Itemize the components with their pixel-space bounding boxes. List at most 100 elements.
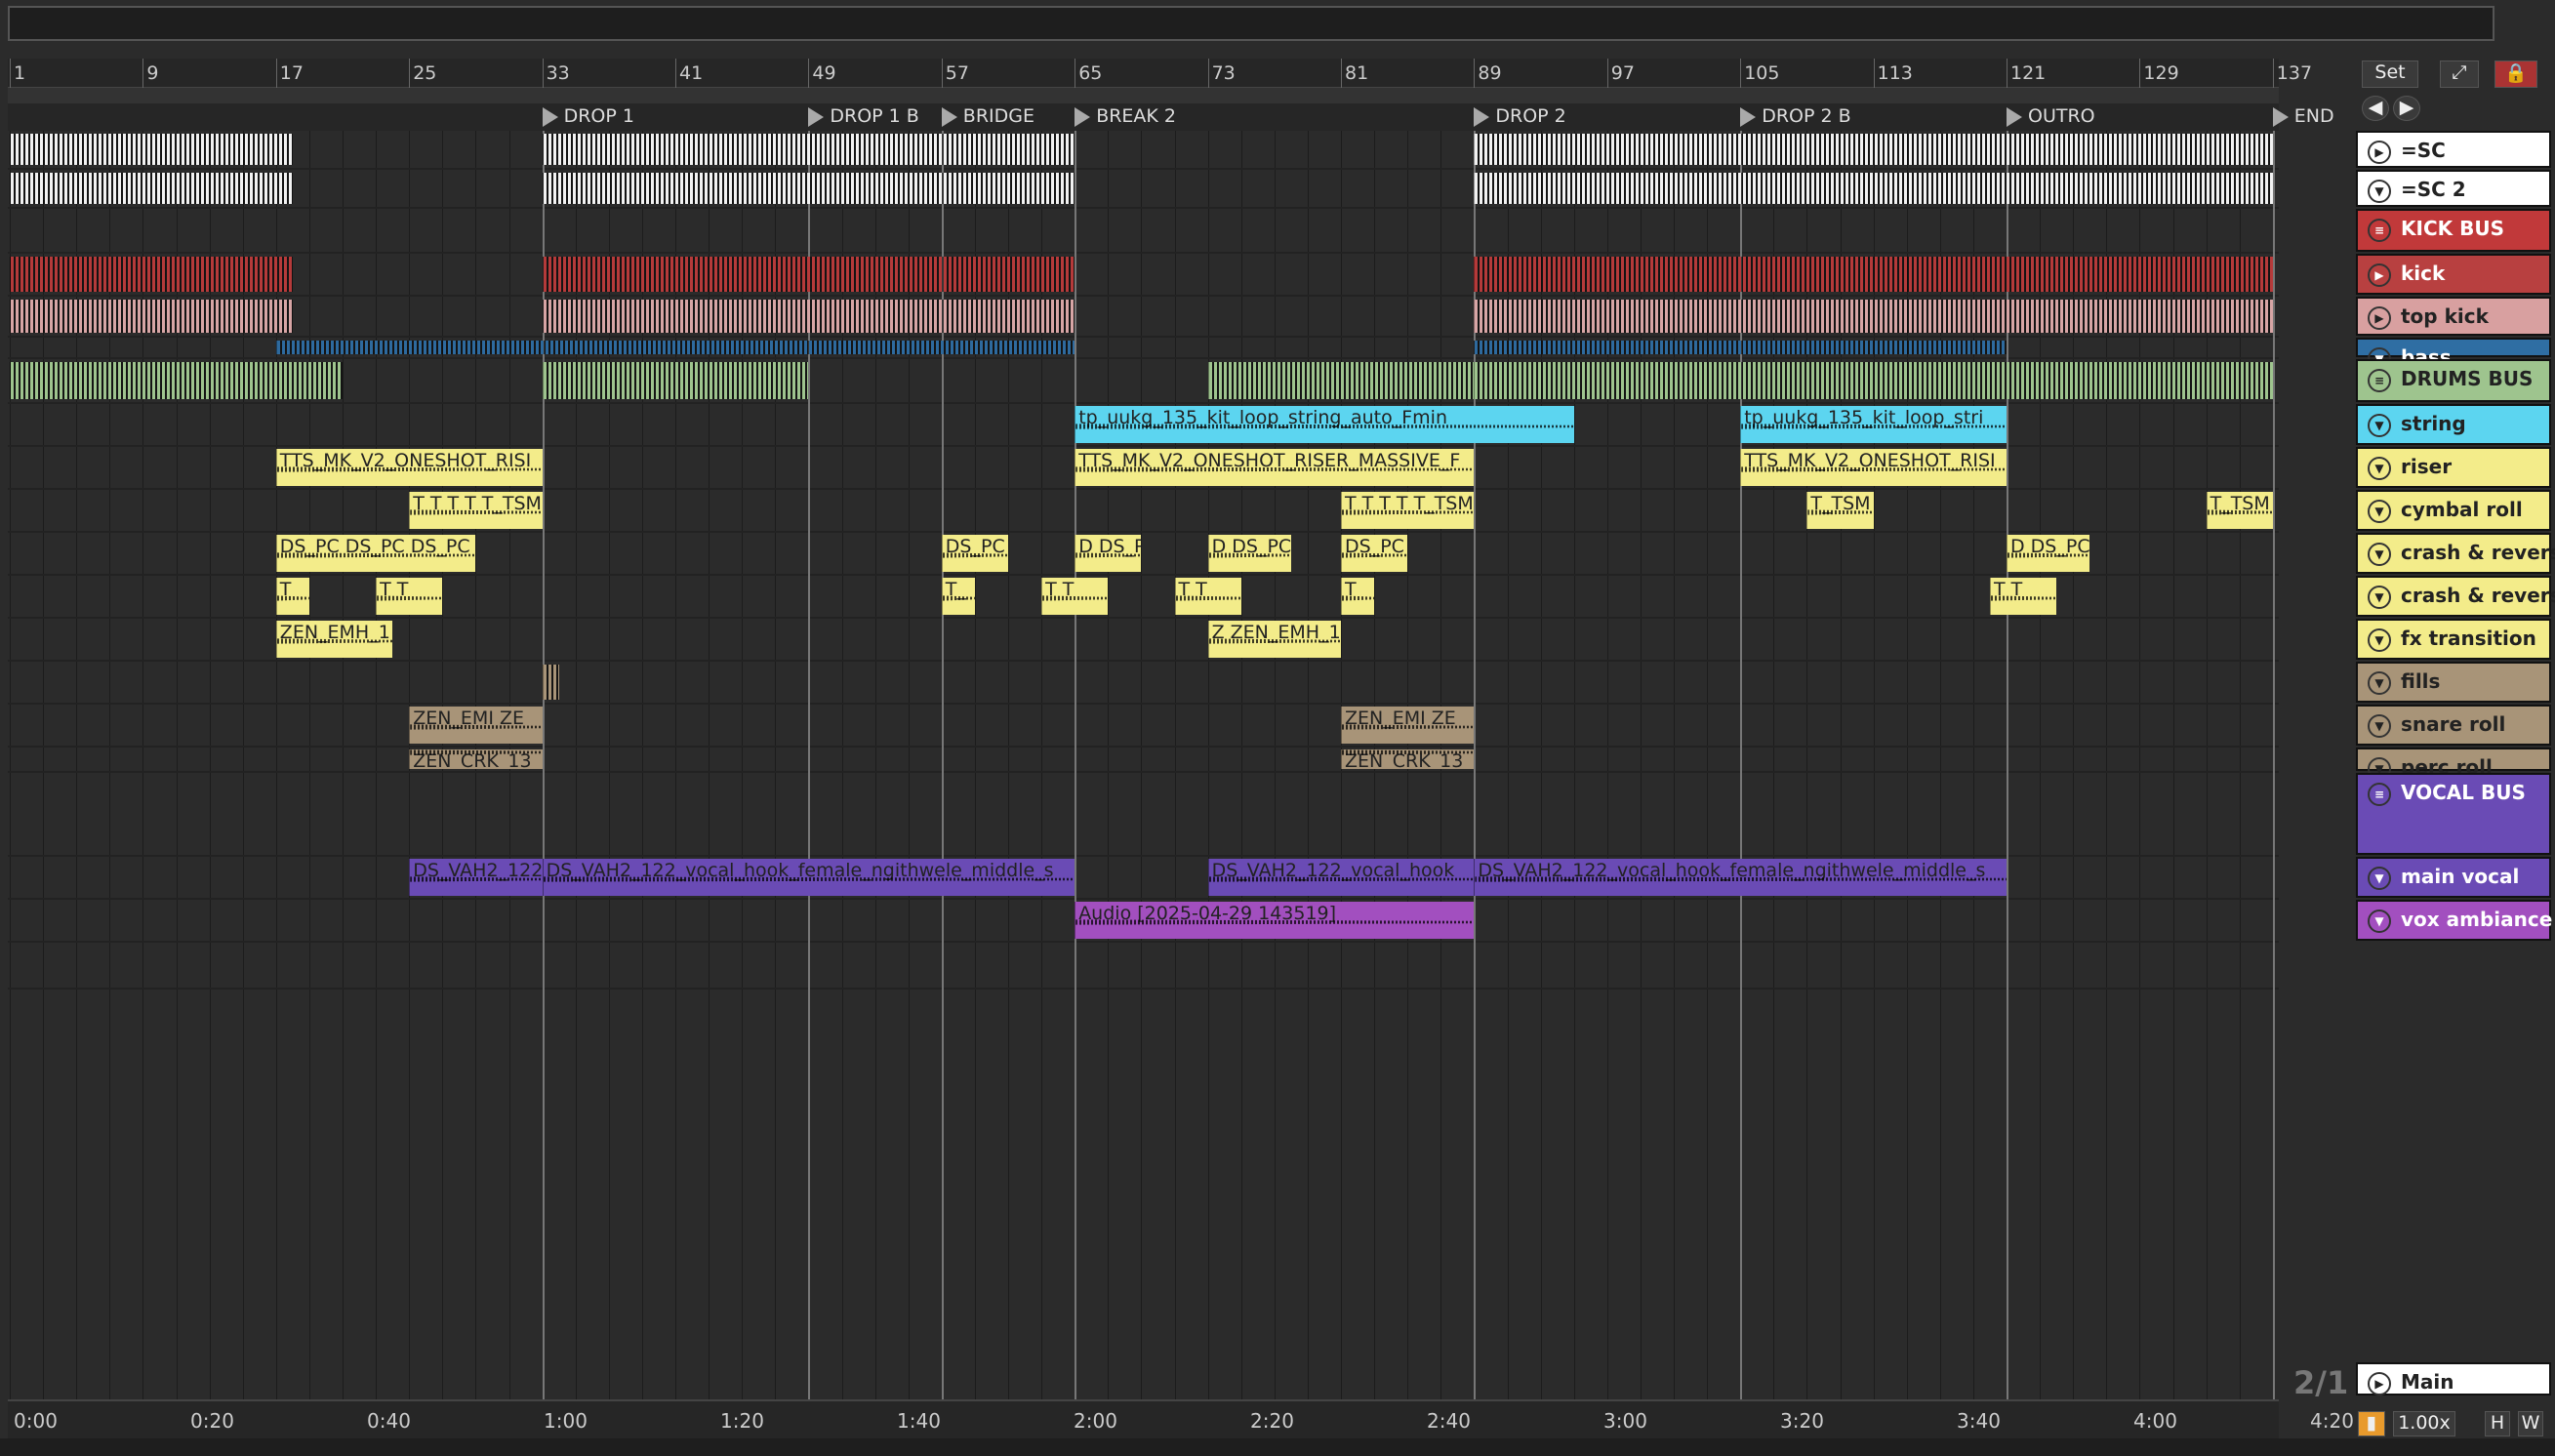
audio-clip[interactable]: T T [1174,578,1241,615]
audio-clip[interactable]: TTS_MK_V2_ONESHOT_RISI [275,449,543,486]
audio-clip[interactable]: TTS_MK_V2_ONESHOT_RISI [1740,449,2007,486]
pattern-clip[interactable] [542,300,1075,333]
audio-clip[interactable]: Audio [2025-04-29 143519] [1075,902,1475,939]
audio-clip[interactable]: ZEN_EMH_1 [275,621,393,658]
pattern-clip[interactable] [275,341,1075,354]
track-header[interactable]: ≡ VOCAL BUS [2356,773,2551,855]
locator-marker[interactable]: BRIDGE [941,105,1034,127]
track-lane[interactable] [8,705,2279,748]
pattern-clip[interactable] [542,173,1075,204]
locator-marker[interactable]: DROP 2 [1474,105,1566,127]
fold-icon[interactable]: ▼ [2368,414,2391,437]
locator-triangle-icon[interactable] [808,107,825,127]
expand-icon[interactable]: ⤢ [2440,61,2479,88]
fold-icon[interactable]: ▼ [2368,628,2391,652]
pattern-clip[interactable] [542,257,1075,292]
audio-clip[interactable]: T_TSM [1806,492,1874,529]
audio-clip[interactable]: T [275,578,309,615]
audio-clip[interactable]: DS_VAH2_122_vocal_hook [1207,859,1475,896]
locator-marker[interactable]: DROP 1 [542,105,634,127]
audio-clip[interactable]: tp_uukg_135_kit_loop_stri [1740,406,2007,443]
track-lane[interactable] [8,576,2279,619]
fold-icon[interactable]: ▼ [2368,867,2391,890]
audio-clip[interactable]: T T [1989,578,2057,615]
locator-marker[interactable]: OUTRO [2007,105,2095,127]
pattern-clip[interactable] [1474,341,2007,354]
track-lane[interactable] [8,748,2279,773]
fold-icon[interactable]: ▼ [2368,586,2391,609]
locator-triangle-icon[interactable] [1075,107,1091,127]
locator-triangle-icon[interactable] [2272,107,2289,127]
locator-triangle-icon[interactable] [542,107,558,127]
pattern-clip[interactable] [1207,362,1475,399]
pattern-clip[interactable] [10,362,343,399]
play-icon[interactable]: ▶ [2368,263,2391,287]
pattern-clip[interactable] [10,173,293,204]
group-icon[interactable]: ≡ [2368,783,2391,806]
fold-icon[interactable]: ▼ [2368,500,2391,523]
track-header[interactable]: ▼ main vocal [2356,857,2551,898]
audio-clip[interactable]: D DS_PC [1075,535,1142,572]
audio-clip[interactable]: T T [1041,578,1109,615]
locator-marker[interactable]: DROP 2 B [1740,105,1851,127]
group-icon[interactable]: ≡ [2368,219,2391,242]
pattern-clip[interactable] [542,665,559,700]
w-toggle[interactable]: W [2518,1411,2543,1436]
pattern-clip[interactable] [1474,173,2273,204]
audio-clip[interactable]: T_ [941,578,975,615]
locator-triangle-icon[interactable] [1474,107,1490,127]
audio-clip[interactable]: DS_PC [1341,535,1408,572]
track-lane[interactable] [8,943,2279,990]
loop-brace-bar[interactable] [8,88,2279,103]
locator-marker[interactable]: DROP 1 B [808,105,919,127]
audio-clip[interactable]: ZEN_EMI ZE [409,707,543,744]
locator-triangle-icon[interactable] [2007,107,2022,127]
locator-marker[interactable]: BREAK 2 [1075,105,1176,127]
locator-triangle-icon[interactable] [1740,107,1757,127]
next-locator-button[interactable]: ▶ [2393,96,2420,121]
fold-icon[interactable]: ▼ [2368,543,2391,566]
fold-icon[interactable]: ▼ [2368,714,2391,738]
track-header[interactable]: ▼ riser [2356,447,2551,488]
audio-clip[interactable]: T [1341,578,1375,615]
track-header[interactable]: ▼ vox ambiance [2356,900,2552,941]
locator-marker[interactable]: END [2272,105,2334,127]
track-header[interactable]: ▶ kick [2356,254,2551,295]
audio-clip[interactable]: D DS_PC [1207,535,1291,572]
pattern-clip[interactable] [1474,257,2273,292]
track-header[interactable]: ▼ crash & revers [2356,533,2555,574]
group-icon[interactable]: ≡ [2368,369,2391,392]
fold-icon[interactable]: ▼ [2368,671,2391,695]
track-header[interactable]: ▼bass [2356,338,2551,371]
audio-clip[interactable]: ZEN_CRK_13 [409,749,543,769]
pattern-clip[interactable] [10,257,293,292]
track-header[interactable]: ▼ =SC 2 [2356,170,2551,207]
track-header[interactable]: ▶ top kick [2356,297,2551,336]
audio-clip[interactable]: ZEN_EMI ZE [1341,707,1475,744]
track-header[interactable]: ▼ cymbal roll [2356,490,2551,531]
audio-clip[interactable]: T T [376,578,443,615]
audio-clip[interactable]: DS_VAH2_122_vocal_hook_female_ngithwele_… [542,859,1075,896]
audio-clip[interactable]: T_TSM [2206,492,2273,529]
track-header[interactable]: ≡ KICK BUS [2356,209,2551,252]
audio-clip[interactable]: tp_uukg_135_kit_loop_string_auto_Fmin [1075,406,1574,443]
pattern-clip[interactable] [542,134,1075,165]
zoom-display[interactable]: 1.00x [2393,1411,2455,1436]
audio-clip[interactable]: DS_PC [941,535,1008,572]
audio-clip[interactable]: ZEN_CRK_13 [1341,749,1475,769]
track-header[interactable]: ▶ =SC [2356,131,2551,168]
audio-clip[interactable]: DS_VAH2_122_vocal_hook_female_ngithwele_… [1474,859,2007,896]
audio-clip[interactable]: Z ZEN_EMH_1 [1207,621,1341,658]
lock-icon[interactable]: 🔒 [2494,61,2537,88]
pattern-clip[interactable] [1474,300,2273,333]
track-lane[interactable] [8,209,2279,254]
track-header[interactable]: ▼ fx transition [2356,619,2551,660]
audio-clip[interactable]: T T T T T_TSM [1341,492,1475,529]
track-header[interactable]: ▶ Main [2356,1362,2551,1395]
track-header[interactable]: ▼ snare roll [2356,705,2551,746]
play-icon[interactable]: ▶ [2368,141,2391,164]
fold-icon[interactable]: ▼ [2368,910,2391,933]
audio-clip[interactable]: T T T T T_TSM [409,492,543,529]
track-header[interactable]: ▼ crash & revers [2356,576,2555,617]
track-lane[interactable] [8,490,2279,533]
